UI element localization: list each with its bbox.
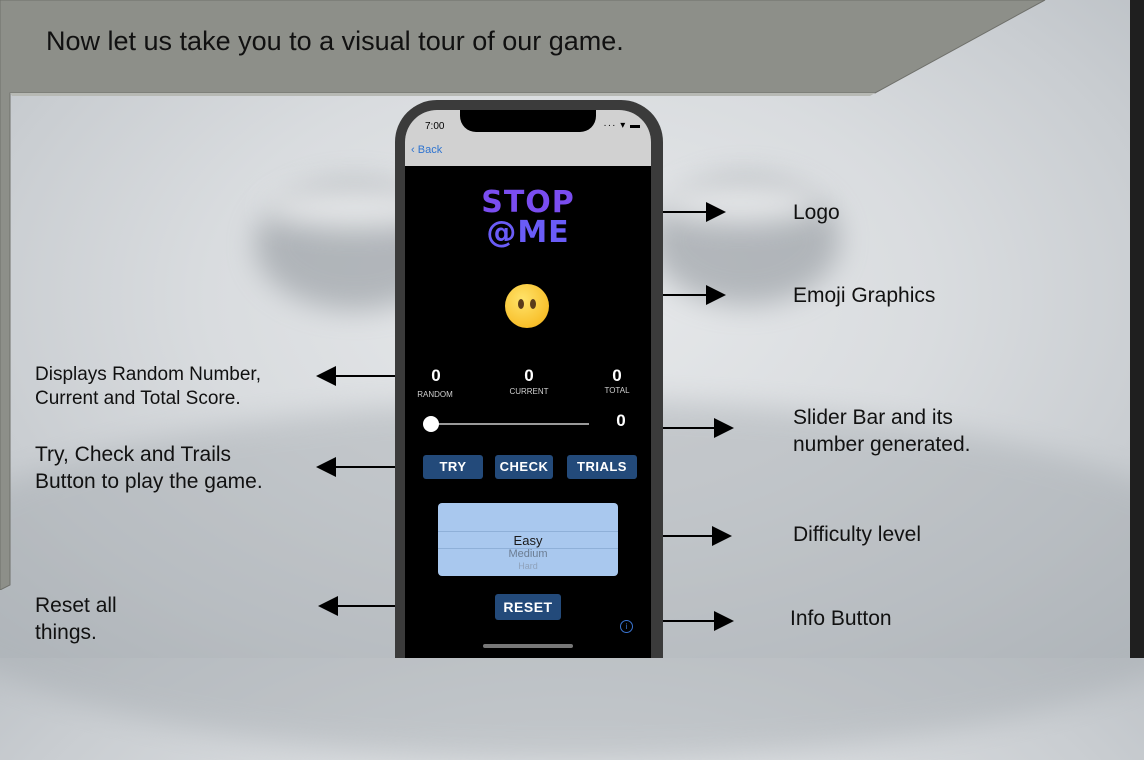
phone-notch: [460, 110, 596, 132]
callout-info: Info Button: [790, 607, 892, 630]
phone-frame: 7:00 ··· ▾ ▬ ‹ Back STOP @ME 0 RANDOM 0 …: [395, 100, 663, 658]
callout-slider: Slider Bar and its number generated.: [793, 404, 970, 458]
difficulty-picker[interactable]: Easy Medium Hard: [438, 503, 618, 576]
total-value: 0: [612, 366, 622, 385]
home-indicator: [483, 644, 573, 648]
picker-divider-top: [438, 531, 618, 532]
callout-logo: Logo: [793, 201, 840, 224]
status-icons: ··· ▾ ▬: [603, 120, 641, 131]
emoji-eye-right: [530, 299, 536, 309]
logo-line1: STOP: [481, 185, 575, 220]
callout-scores-line1: Displays Random Number,: [35, 364, 261, 385]
callout-slider-line2: number generated.: [793, 433, 971, 456]
slider-thumb[interactable]: [423, 416, 439, 432]
total-label: TOTAL: [604, 386, 630, 395]
callout-emoji: Emoji Graphics: [793, 284, 936, 307]
status-bar: 7:00 ··· ▾ ▬ ‹ Back: [405, 110, 651, 166]
difficulty-option-easy[interactable]: Easy: [438, 533, 618, 548]
slider-value: 0: [616, 411, 626, 430]
back-label: Back: [417, 144, 443, 156]
current-label: CURRENT: [509, 387, 549, 396]
callout-buttons-line2: Button to play the game.: [35, 470, 263, 493]
info-icon[interactable]: i: [620, 620, 633, 633]
difficulty-option-medium[interactable]: Medium: [438, 548, 618, 560]
random-label: RANDOM: [417, 390, 453, 399]
current-value: 0: [524, 366, 534, 385]
callout-reset: Reset all things.: [35, 592, 117, 646]
reset-button[interactable]: RESET: [495, 594, 561, 620]
difficulty-option-hard[interactable]: Hard: [438, 561, 618, 571]
callout-scores: Displays Random Number, Current and Tota…: [35, 363, 261, 411]
chevron-left-icon: ‹: [411, 144, 415, 156]
callout-scores-line2: Current and Total Score.: [35, 388, 241, 409]
logo-line2: @ME: [486, 215, 570, 250]
phone-screen: 7:00 ··· ▾ ▬ ‹ Back STOP @ME 0 RANDOM 0 …: [405, 110, 651, 658]
signal-icon: ···: [603, 120, 617, 131]
callout-reset-line1: Reset all: [35, 594, 117, 617]
emoji-eye-left: [518, 299, 524, 309]
back-button[interactable]: ‹ Back: [411, 144, 442, 156]
callout-reset-line2: things.: [35, 621, 97, 644]
face-without-mouth-emoji-icon: [505, 284, 549, 328]
game-logo: STOP @ME: [405, 188, 651, 248]
wifi-icon: ▾: [620, 120, 627, 131]
callout-buttons-line1: Try, Check and Trails: [35, 443, 232, 466]
trials-button[interactable]: TRIALS: [567, 455, 637, 479]
random-value: 0: [431, 366, 441, 385]
check-button[interactable]: CHECK: [495, 455, 553, 479]
status-time: 7:00: [425, 121, 445, 132]
callout-buttons: Try, Check and Trails Button to play the…: [35, 441, 263, 495]
slider-track[interactable]: [431, 423, 589, 425]
callout-slider-line1: Slider Bar and its: [793, 406, 953, 429]
battery-icon: ▬: [630, 120, 641, 131]
try-button[interactable]: TRY: [423, 455, 483, 479]
callout-difficulty: Difficulty level: [793, 523, 921, 546]
